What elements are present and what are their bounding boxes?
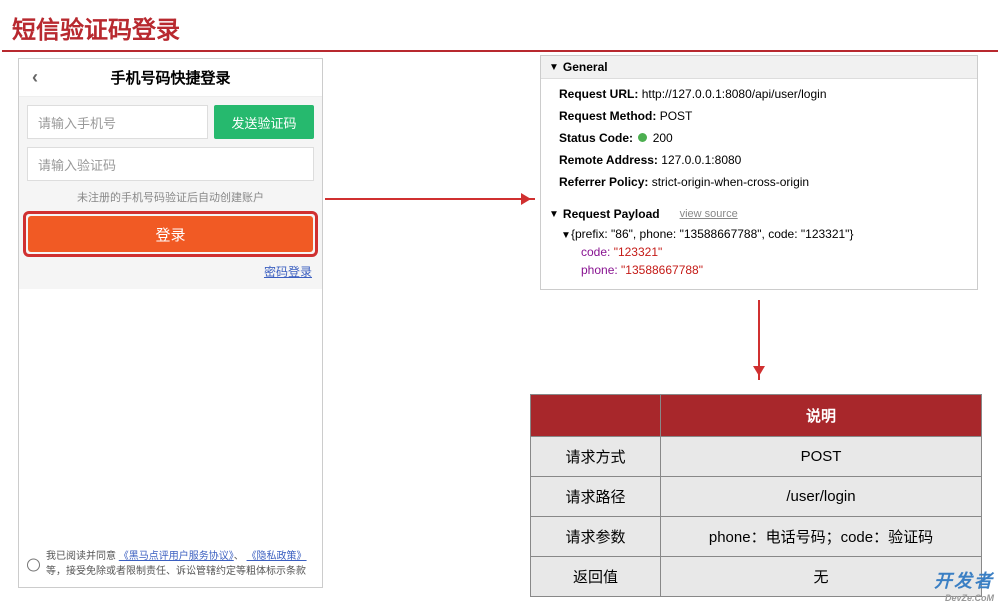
code-value: "123321" [614, 245, 663, 259]
payload-summary: {prefix: "86", phone: "13588667788", cod… [571, 227, 853, 241]
status-dot-icon [638, 133, 647, 142]
status-code-value: 200 [653, 131, 673, 145]
request-url-label: Request URL: [559, 87, 638, 101]
back-icon[interactable]: ‹ [19, 67, 51, 88]
request-url-value: http://127.0.0.1:8080/api/user/login [642, 87, 827, 101]
table-row: 返回值无 [531, 557, 982, 597]
request-method-row: Request Method: POST [559, 105, 977, 127]
table-row: 请求参数phone：电话号码；code：验证码 [531, 517, 982, 557]
register-hint: 未注册的手机号码验证后自动创建账户 [27, 189, 314, 205]
agreement-text: 我已阅读并同意 《黑马点评用户服务协议》、 《隐私政策》 等，接受免除或者限制责… [46, 549, 314, 579]
code-row: 请输入验证码 [27, 147, 314, 181]
privacy-policy-link[interactable]: 《隐私政策》 [247, 551, 307, 562]
request-url-row: Request URL: http://127.0.0.1:8080/api/u… [559, 83, 977, 105]
payload-label: Request Payload [563, 207, 660, 221]
watermark-sub: DevZe.CoM [934, 593, 994, 603]
table-header-row: 说明 [531, 395, 982, 437]
send-code-button[interactable]: 发送验证码 [214, 105, 314, 139]
code-input[interactable]: 请输入验证码 [27, 147, 314, 181]
general-section-header[interactable]: General [541, 56, 977, 79]
view-source-link[interactable]: view source [680, 208, 738, 220]
agreement-row: 我已阅读并同意 《黑马点评用户服务协议》、 《隐私政策》 等，接受免除或者限制责… [27, 549, 314, 579]
login-button[interactable]: 登录 [28, 216, 313, 252]
referrer-policy-value: strict-origin-when-cross-origin [652, 175, 809, 189]
remote-address-value: 127.0.0.1:8080 [661, 153, 741, 167]
page-title: 短信验证码登录 [0, 0, 1000, 50]
general-body: Request URL: http://127.0.0.1:8080/api/u… [541, 79, 977, 201]
header-blank [531, 395, 661, 437]
request-method-value: POST [660, 109, 693, 123]
request-method-label: Request Method: [559, 109, 656, 123]
table-row: 请求路径/user/login [531, 477, 982, 517]
payload-summary-row: ▼{prefix: "86", phone: "13588667788", co… [561, 225, 977, 243]
api-info-table: 说明 请求方式POST 请求路径/user/login 请求参数phone：电话… [530, 394, 982, 597]
referrer-policy-row: Referrer Policy: strict-origin-when-cros… [559, 171, 977, 193]
arrow-to-table [758, 300, 760, 380]
payload-phone-row: phone: "13588667788" [561, 261, 977, 279]
phone-row: 请输入手机号 发送验证码 [27, 105, 314, 139]
watermark-text: 开发者 [934, 571, 994, 591]
payload-body: ▼{prefix: "86", phone: "13588667788", co… [541, 223, 977, 289]
agreement-prefix: 我已阅读并同意 [46, 551, 116, 562]
row-label: 请求参数 [531, 517, 661, 557]
payload-section-header[interactable]: ▼ Request Payload view source [541, 201, 977, 223]
mobile-login-panel: ‹ 手机号码快捷登录 请输入手机号 发送验证码 请输入验证码 未注册的手机号码验… [18, 58, 323, 588]
watermark: 开发者 DevZe.CoM [934, 567, 994, 603]
payload-code-row: code: "123321" [561, 243, 977, 261]
code-key: code: [581, 245, 610, 259]
mobile-header: ‹ 手机号码快捷登录 [19, 59, 322, 97]
agreement-suffix: 等，接受免除或者限制责任、诉讼管辖约定等粗体标示条款 [46, 566, 306, 577]
header-desc: 说明 [661, 395, 982, 437]
chevron-down-icon[interactable]: ▼ [561, 230, 571, 241]
referrer-policy-label: Referrer Policy: [559, 175, 648, 189]
agreement-sep: 、 [234, 551, 244, 562]
status-code-label: Status Code: [559, 131, 633, 145]
row-label: 请求路径 [531, 477, 661, 517]
phone-value: "13588667788" [621, 263, 703, 277]
status-code-row: Status Code: 200 [559, 127, 977, 149]
phone-key: phone: [581, 263, 618, 277]
remote-address-label: Remote Address: [559, 153, 658, 167]
service-agreement-link[interactable]: 《黑马点评用户服务协议》 [119, 551, 234, 562]
row-label: 请求方式 [531, 437, 661, 477]
row-label: 返回值 [531, 557, 661, 597]
title-underline [2, 50, 998, 52]
arrow-to-devtools [325, 198, 535, 200]
remote-address-row: Remote Address: 127.0.0.1:8080 [559, 149, 977, 171]
row-value: POST [661, 437, 982, 477]
password-login-row: 密码登录 [27, 257, 314, 281]
row-value: /user/login [661, 477, 982, 517]
devtools-panel: General Request URL: http://127.0.0.1:80… [540, 55, 978, 290]
phone-input[interactable]: 请输入手机号 [27, 105, 208, 139]
chevron-down-icon: ▼ [549, 209, 559, 220]
mobile-body: 请输入手机号 发送验证码 请输入验证码 未注册的手机号码验证后自动创建账户 登录… [19, 97, 322, 289]
agreement-radio[interactable] [27, 551, 40, 579]
row-value: phone：电话号码；code：验证码 [661, 517, 982, 557]
password-login-link[interactable]: 密码登录 [264, 265, 312, 279]
mobile-title: 手机号码快捷登录 [51, 67, 322, 88]
table-row: 请求方式POST [531, 437, 982, 477]
login-button-highlight: 登录 [23, 211, 318, 257]
